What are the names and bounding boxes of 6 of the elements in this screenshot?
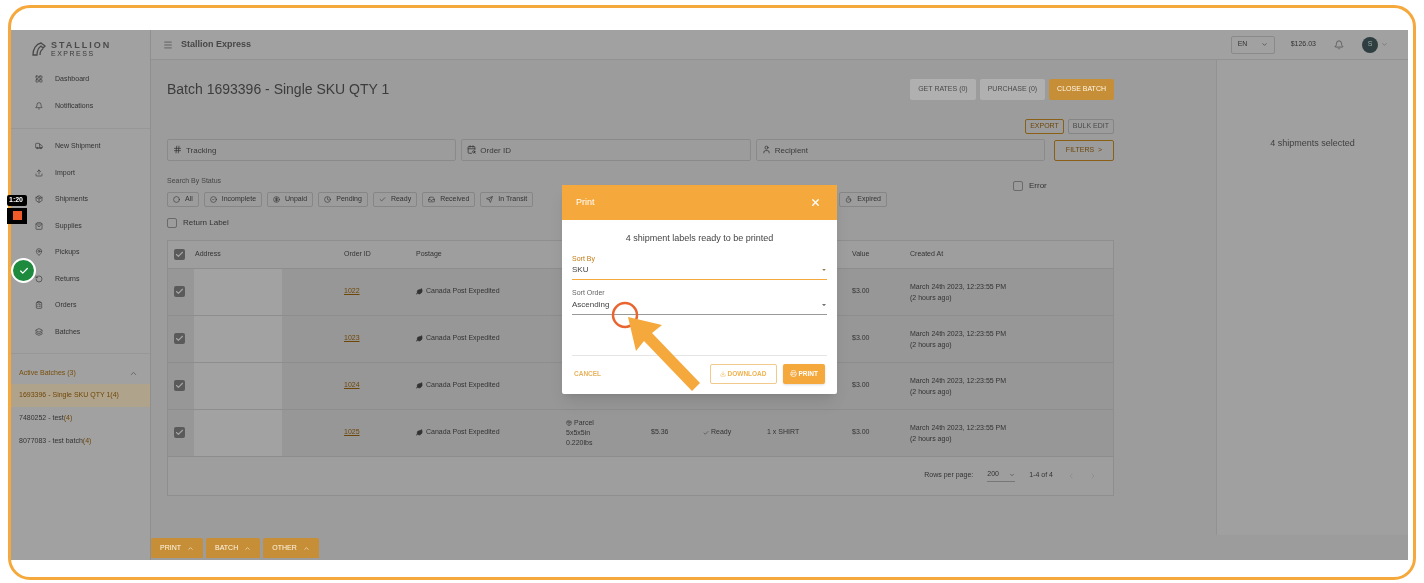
- page-title: Batch 1693396 - Single SKU QTY 1: [167, 79, 390, 99]
- dialog-title: Print: [576, 195, 595, 209]
- brand-name: STALLION: [51, 41, 112, 50]
- app-title: Stallion Express: [181, 37, 252, 51]
- dialog-message: 4 shipment labels ready to be printed: [624, 232, 775, 245]
- selection-summary: 4 shipments selected: [1270, 137, 1355, 150]
